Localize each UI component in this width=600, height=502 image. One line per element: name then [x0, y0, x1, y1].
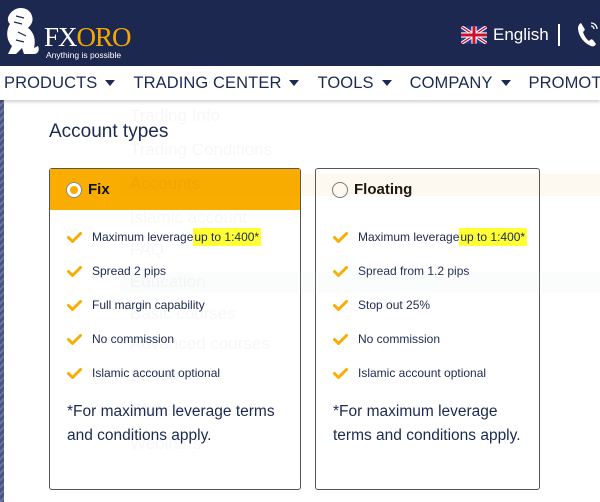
feature-text: Islamic account optional: [358, 366, 487, 380]
feature-text: No commission: [92, 332, 175, 346]
checkmark-icon: [67, 265, 82, 277]
checkmark-icon: [333, 333, 348, 345]
feature-item: Islamic account optional: [316, 356, 539, 390]
radio-fix[interactable]: [66, 181, 82, 198]
card-title: Fix: [88, 181, 110, 198]
language-selector[interactable]: English: [461, 24, 549, 46]
nav-label: COMPANY: [409, 73, 493, 92]
header-bar: FXORO Anything is possible English: [0, 0, 600, 66]
caret-down-icon: [500, 80, 511, 86]
feature-item: Islamic account optional: [50, 356, 300, 390]
feature-item: Maximum leverage up to 1:400*: [316, 220, 539, 254]
feature-text: Full margin capability: [92, 298, 205, 312]
nav-label: PRODUCTS: [4, 73, 98, 92]
account-card-floating[interactable]: Floating Maximum leverage up to 1:400* S…: [315, 168, 540, 490]
feature-item: Stop out 25%: [316, 288, 539, 322]
caret-down-icon: [381, 80, 392, 86]
caret-down-icon: [289, 80, 300, 86]
uk-flag-icon: [461, 26, 487, 44]
checkmark-icon: [67, 367, 82, 379]
account-card-fix[interactable]: Fix Maximum leverage up to 1:400* Spread…: [49, 168, 301, 490]
card-title: Floating: [354, 181, 413, 198]
header-divider: [558, 24, 560, 46]
feature-text: Maximum leverage: [358, 230, 460, 244]
caret-down-icon: [105, 80, 116, 86]
card-header[interactable]: Fix: [50, 169, 300, 210]
card-header[interactable]: Floating: [316, 169, 539, 210]
feature-text: Stop out 25%: [358, 298, 431, 312]
feature-text: Islamic account optional: [92, 366, 221, 380]
feature-text: Maximum leverage: [92, 230, 194, 244]
feature-text: Spread 2 pips: [92, 264, 167, 278]
checkmark-icon: [333, 231, 348, 243]
phone-icon[interactable]: [576, 20, 600, 48]
radio-floating[interactable]: [332, 181, 348, 198]
feature-item: No commission: [316, 322, 539, 356]
fxoro-logo[interactable]: FXORO Anything is possible: [4, 6, 164, 62]
nav-label: TRADING CENTER: [133, 73, 282, 92]
feature-highlight: up to 1:400*: [459, 228, 528, 246]
checkmark-icon: [333, 367, 348, 379]
feature-item: Full margin capability: [50, 288, 300, 322]
feature-highlight: up to 1:400*: [193, 228, 262, 246]
leverage-note: *For maximum leverage terms and conditio…: [333, 403, 521, 444]
logo-wordmark: FXORO: [44, 22, 132, 52]
feature-text: Spread from 1.2 pips: [358, 264, 470, 278]
checkmark-icon: [67, 333, 82, 345]
section-title: Account types: [49, 121, 169, 142]
feature-item: Maximum leverage up to 1:400*: [50, 220, 300, 254]
nav-promotions[interactable]: PROMOTIONS: [529, 74, 600, 93]
ghost-menu-item: Trading Conditions: [130, 140, 272, 160]
feature-item: Spread from 1.2 pips: [316, 254, 539, 288]
feature-list: Maximum leverage up to 1:400* Spread fro…: [316, 220, 539, 390]
logo-tagline: Anything is possible: [46, 50, 122, 60]
main-nav: PRODUCTS TRADING CENTER TOOLS COMPANY PR…: [0, 66, 600, 100]
feature-list: Maximum leverage up to 1:400* Spread 2 p…: [50, 220, 300, 390]
feature-item: Spread 2 pips: [50, 254, 300, 288]
checkmark-icon: [67, 231, 82, 243]
nav-label: TOOLS: [317, 73, 374, 92]
leverage-note: *For maximum leverage terms and conditio…: [67, 403, 275, 444]
feature-text: No commission: [358, 332, 441, 346]
nav-products[interactable]: PRODUCTS: [4, 73, 116, 93]
lion-logo-icon: [7, 8, 39, 54]
checkmark-icon: [67, 299, 82, 311]
checkmark-icon: [333, 299, 348, 311]
nav-tools[interactable]: TOOLS: [317, 73, 392, 93]
nav-trading-center[interactable]: TRADING CENTER: [133, 73, 300, 93]
checkmark-icon: [333, 265, 348, 277]
feature-item: No commission: [50, 322, 300, 356]
left-edge-strip: [0, 100, 4, 502]
nav-company[interactable]: COMPANY: [410, 74, 511, 93]
language-label: English: [493, 25, 549, 44]
nav-label: PROMOTIONS: [528, 73, 600, 92]
